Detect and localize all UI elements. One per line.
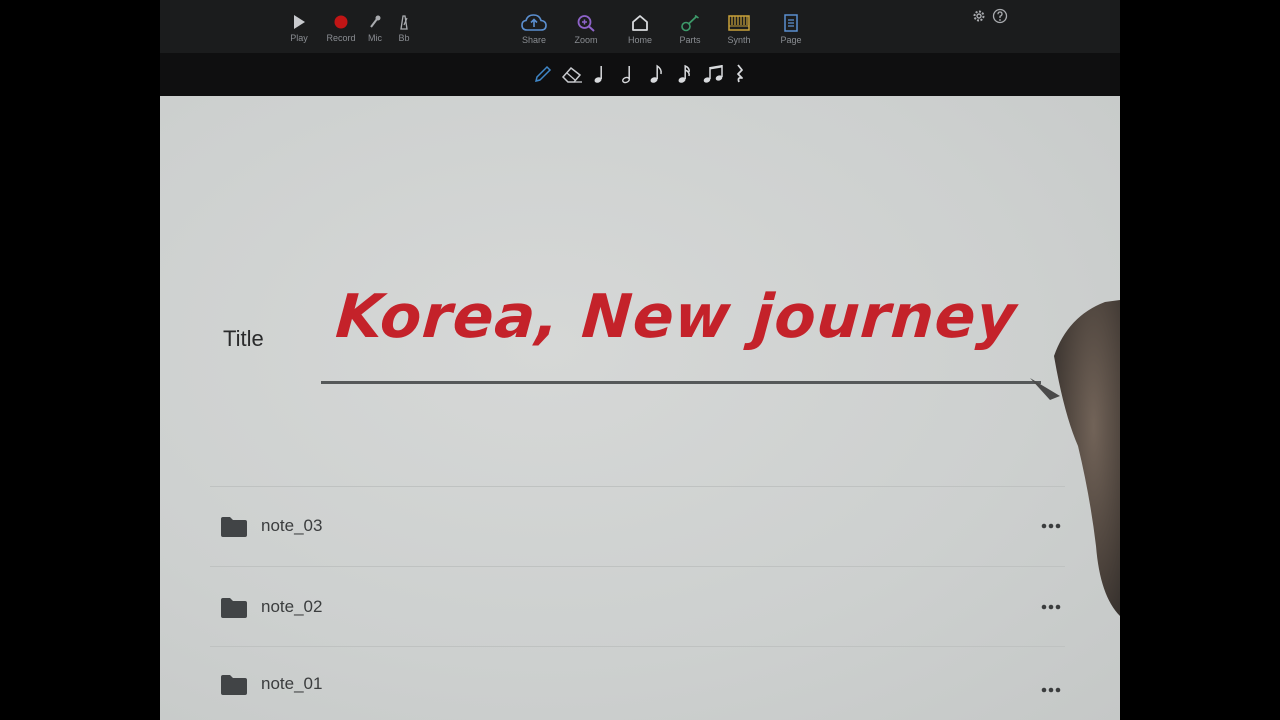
share-button[interactable]: Share: [518, 14, 550, 50]
play-icon: [294, 15, 305, 29]
quarter-note-tool[interactable]: [588, 62, 612, 86]
home-button[interactable]: Home: [624, 14, 656, 50]
row-divider: [210, 486, 1065, 487]
gear-icon: [973, 10, 985, 22]
synth-icon: [728, 15, 750, 31]
hand-holding-pen: [1030, 300, 1120, 616]
pencil-icon: [534, 65, 552, 83]
record-button[interactable]: Record: [326, 14, 356, 50]
help-icon: [992, 8, 1008, 24]
parts-button[interactable]: Parts: [676, 14, 704, 50]
top-toolbar: Play Record Mic Bb Share Zoom Home Parts…: [160, 0, 1120, 53]
settings-button[interactable]: [971, 8, 987, 24]
folder-icon: [221, 598, 247, 618]
rest-icon: [737, 64, 743, 83]
eighth-note-icon: [650, 64, 662, 83]
note-row-note_01[interactable]: note_01: [210, 664, 1065, 704]
half-note-tool[interactable]: [616, 62, 640, 86]
half-note-icon: [622, 66, 630, 84]
metronome-icon: [400, 15, 408, 30]
guitar-icon: [681, 14, 699, 32]
mic-icon: [370, 15, 381, 28]
page-button[interactable]: Page: [778, 14, 804, 50]
eraser-tool[interactable]: [560, 62, 584, 86]
zoom-button[interactable]: Zoom: [571, 14, 601, 50]
note-row-note_02[interactable]: note_02: [210, 587, 1065, 627]
synth-button[interactable]: Synth: [724, 14, 754, 50]
zoom-icon: [577, 15, 595, 32]
more-options-button[interactable]: [1037, 678, 1065, 702]
folder-icon: [221, 675, 247, 695]
document-page: Title Korea, New journey note_03 note_02…: [160, 96, 1120, 720]
app-window: Play Record Mic Bb Share Zoom Home Parts…: [160, 0, 1120, 720]
title-underline: [321, 381, 1041, 384]
home-icon: [632, 15, 648, 31]
title-label: Title: [223, 326, 264, 351]
title-value[interactable]: Korea, New journey: [334, 282, 1020, 352]
folder-icon: [221, 517, 247, 537]
mic-button[interactable]: Mic: [365, 14, 385, 50]
sixteenth-note-icon: [678, 64, 690, 83]
note-name: note_03: [261, 516, 323, 535]
notation-toolbar: [160, 53, 1120, 96]
row-divider: [210, 566, 1065, 567]
quarter-note-icon: [594, 66, 602, 83]
rest-tool[interactable]: [728, 62, 752, 86]
metronome-button[interactable]: Bb: [394, 14, 414, 50]
beamed-notes-tool[interactable]: [700, 62, 728, 86]
note-name: note_01: [261, 674, 323, 693]
record-icon: [334, 15, 348, 29]
pencil-tool[interactable]: [531, 62, 555, 86]
help-button[interactable]: [992, 8, 1008, 24]
note-name: note_02: [261, 597, 323, 616]
play-button[interactable]: Play: [288, 14, 310, 50]
beamed-notes-icon: [703, 65, 723, 83]
eraser-icon: [561, 66, 582, 83]
note-row-note_03[interactable]: note_03: [210, 506, 1065, 546]
cloud-upload-icon: [521, 14, 547, 31]
eighth-note-tool[interactable]: [644, 62, 668, 86]
more-icon: [1041, 687, 1061, 693]
sixteenth-note-tool[interactable]: [672, 62, 696, 86]
page-icon: [784, 14, 798, 32]
row-divider: [210, 646, 1065, 647]
